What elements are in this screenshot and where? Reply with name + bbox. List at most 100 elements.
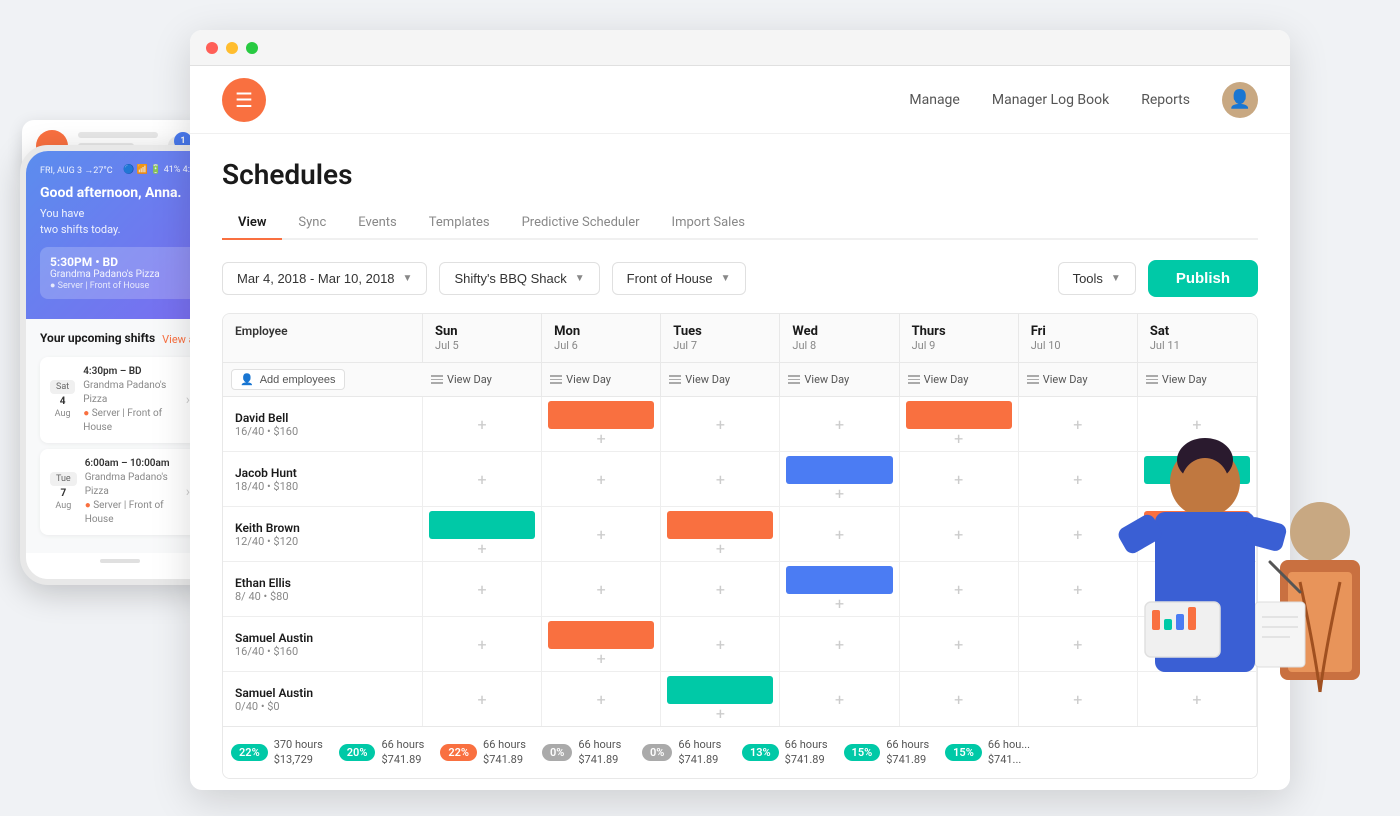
shift-cell-4-1[interactable]: + xyxy=(542,617,661,671)
shift-cell-3-4[interactable]: + xyxy=(900,562,1019,616)
add-shift-4-5[interactable]: + xyxy=(1025,637,1131,653)
add-shift-5-6[interactable]: + xyxy=(1144,692,1250,708)
viewday-fri[interactable]: View Day xyxy=(1019,363,1138,396)
shift-cell-5-2[interactable]: + xyxy=(661,672,780,726)
nav-reports[interactable]: Reports xyxy=(1141,92,1190,108)
viewday-sat[interactable]: View Day xyxy=(1138,363,1257,396)
add-employees-button[interactable]: 👤 Add employees xyxy=(231,369,345,390)
add-shift-1-6[interactable]: + xyxy=(1144,486,1250,502)
add-shift-5-2[interactable]: + xyxy=(667,706,773,722)
add-shift-4-3[interactable]: + xyxy=(786,637,892,653)
add-shift-1-4[interactable]: + xyxy=(906,472,1012,488)
add-shift-4-4[interactable]: + xyxy=(906,637,1012,653)
shift-cell-4-3[interactable]: + xyxy=(780,617,899,671)
shift-cell-3-3[interactable]: + xyxy=(780,562,899,616)
phone-shift-item-2[interactable]: Tue 7 Aug 6:00am – 10:00am Grandma Padan… xyxy=(40,449,200,535)
tab-view[interactable]: View xyxy=(222,207,282,238)
shift-cell-1-2[interactable]: + xyxy=(661,452,780,506)
add-shift-2-2[interactable]: + xyxy=(667,541,773,557)
shift-cell-2-4[interactable]: + xyxy=(900,507,1019,561)
location-dropdown[interactable]: Shifty's BBQ Shack ▼ xyxy=(439,262,599,295)
shift-cell-4-5[interactable]: + xyxy=(1019,617,1138,671)
add-shift-3-2[interactable]: + xyxy=(667,582,773,598)
nav-manage[interactable]: Manage xyxy=(909,92,959,108)
shift-cell-0-4[interactable]: + xyxy=(900,397,1019,451)
shift-cell-1-5[interactable]: + xyxy=(1019,452,1138,506)
shift-cell-0-1[interactable]: + xyxy=(542,397,661,451)
add-shift-4-6[interactable]: + xyxy=(1144,637,1250,653)
shift-cell-3-5[interactable]: + xyxy=(1019,562,1138,616)
add-shift-3-1[interactable]: + xyxy=(548,582,654,598)
user-avatar[interactable]: 👤 xyxy=(1222,82,1258,118)
add-shift-1-1[interactable]: + xyxy=(548,472,654,488)
shift-cell-1-3[interactable]: + xyxy=(780,452,899,506)
date-range-dropdown[interactable]: Mar 4, 2018 - Mar 10, 2018 ▼ xyxy=(222,262,427,295)
tab-import[interactable]: Import Sales xyxy=(656,207,761,238)
shift-cell-1-0[interactable]: + xyxy=(423,452,542,506)
shift-cell-0-5[interactable]: + xyxy=(1019,397,1138,451)
shift-cell-2-6[interactable]: + xyxy=(1138,507,1257,561)
shift-cell-5-4[interactable]: + xyxy=(900,672,1019,726)
viewday-sun[interactable]: View Day xyxy=(423,363,542,396)
add-shift-3-5[interactable]: + xyxy=(1025,582,1131,598)
add-shift-1-5[interactable]: + xyxy=(1025,472,1131,488)
tab-sync[interactable]: Sync xyxy=(282,207,342,238)
shift-cell-0-6[interactable]: + xyxy=(1138,397,1257,451)
tab-predictive[interactable]: Predictive Scheduler xyxy=(506,207,656,238)
shift-cell-0-3[interactable]: + xyxy=(780,397,899,451)
shift-cell-3-6[interactable]: + xyxy=(1138,562,1257,616)
add-shift-2-3[interactable]: + xyxy=(786,527,892,543)
add-shift-5-0[interactable]: + xyxy=(429,692,535,708)
publish-button[interactable]: Publish xyxy=(1148,260,1258,297)
add-shift-5-1[interactable]: + xyxy=(548,692,654,708)
add-shift-4-2[interactable]: + xyxy=(667,637,773,653)
shift-cell-1-1[interactable]: + xyxy=(542,452,661,506)
add-shift-5-4[interactable]: + xyxy=(906,692,1012,708)
add-shift-2-5[interactable]: + xyxy=(1025,527,1131,543)
phone-shift-item-1[interactable]: Sat 4 Aug 4:30pm – BD Grandma Padano's P… xyxy=(40,357,200,443)
add-shift-2-4[interactable]: + xyxy=(906,527,1012,543)
shift-cell-0-2[interactable]: + xyxy=(661,397,780,451)
shift-cell-3-1[interactable]: + xyxy=(542,562,661,616)
add-shift-3-4[interactable]: + xyxy=(906,582,1012,598)
add-shift-3-0[interactable]: + xyxy=(429,582,535,598)
add-shift-3-3[interactable]: + xyxy=(786,596,892,612)
tab-events[interactable]: Events xyxy=(342,207,412,238)
app-logo[interactable]: ☰ xyxy=(222,78,266,122)
browser-dot-yellow[interactable] xyxy=(226,42,238,54)
add-shift-2-0[interactable]: + xyxy=(429,541,535,557)
shift-cell-1-4[interactable]: + xyxy=(900,452,1019,506)
tools-dropdown[interactable]: Tools ▼ xyxy=(1058,262,1136,295)
shift-cell-2-5[interactable]: + xyxy=(1019,507,1138,561)
add-shift-1-2[interactable]: + xyxy=(667,472,773,488)
department-dropdown[interactable]: Front of House ▼ xyxy=(612,262,746,295)
add-shift-3-6[interactable]: + xyxy=(1144,582,1250,598)
browser-dot-red[interactable] xyxy=(206,42,218,54)
shift-cell-5-6[interactable]: + xyxy=(1138,672,1257,726)
shift-cell-5-3[interactable]: + xyxy=(780,672,899,726)
add-shift-4-0[interactable]: + xyxy=(429,637,535,653)
add-shift-1-0[interactable]: + xyxy=(429,472,535,488)
add-shift-0-5[interactable]: + xyxy=(1025,417,1131,433)
add-shift-0-1[interactable]: + xyxy=(548,431,654,447)
browser-dot-green[interactable] xyxy=(246,42,258,54)
add-shift-1-3[interactable]: + xyxy=(786,486,892,502)
shift-cell-5-0[interactable]: + xyxy=(423,672,542,726)
shift-cell-2-2[interactable]: + xyxy=(661,507,780,561)
add-shift-5-3[interactable]: + xyxy=(786,692,892,708)
shift-cell-5-1[interactable]: + xyxy=(542,672,661,726)
shift-cell-4-6[interactable]: + xyxy=(1138,617,1257,671)
shift-cell-2-1[interactable]: + xyxy=(542,507,661,561)
add-shift-0-3[interactable]: + xyxy=(786,417,892,433)
add-shift-2-6[interactable]: + xyxy=(1144,541,1250,557)
shift-cell-4-2[interactable]: + xyxy=(661,617,780,671)
tab-templates[interactable]: Templates xyxy=(413,207,506,238)
shift-cell-2-0[interactable]: + xyxy=(423,507,542,561)
shift-cell-2-3[interactable]: + xyxy=(780,507,899,561)
add-shift-0-4[interactable]: + xyxy=(906,431,1012,447)
viewday-mon[interactable]: View Day xyxy=(542,363,661,396)
shift-cell-3-0[interactable]: + xyxy=(423,562,542,616)
add-shift-0-6[interactable]: + xyxy=(1144,417,1250,433)
viewday-thurs[interactable]: View Day xyxy=(900,363,1019,396)
add-shift-2-1[interactable]: + xyxy=(548,527,654,543)
